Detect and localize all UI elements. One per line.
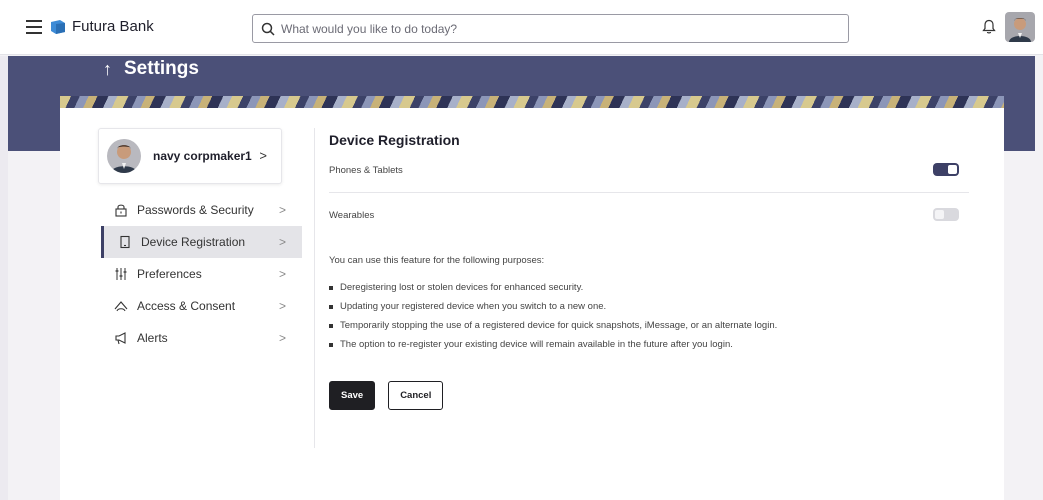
user-avatar[interactable] (1005, 12, 1035, 42)
decorative-pattern (60, 96, 1004, 108)
menu-item-label: Device Registration (141, 235, 246, 249)
device-icon (117, 234, 133, 250)
profile-card[interactable]: navy corpmaker1 > (98, 128, 282, 184)
section-title: Device Registration (329, 132, 460, 148)
list-item: Updating your registered device when you… (329, 301, 969, 320)
lock-icon (113, 202, 129, 218)
notification-bell-icon[interactable] (982, 19, 996, 40)
menu-item-passwords-security[interactable]: Passwords & Security > (101, 194, 302, 226)
vertical-divider (314, 128, 315, 448)
chevron-right-icon: > (278, 203, 286, 217)
setting-label: Phones & Tablets (329, 164, 403, 176)
settings-card: navy corpmaker1 > Passwords & Security >… (60, 108, 1004, 500)
brand-name: Futura Bank (72, 18, 154, 35)
menu-item-label: Alerts (137, 331, 168, 345)
list-item: The option to re-register your existing … (329, 339, 969, 358)
chevron-right-icon: > (278, 267, 286, 281)
intro-text: You can use this feature for the followi… (329, 255, 545, 266)
setting-label: Wearables (329, 209, 375, 221)
settings-menu: Passwords & Security > Device Registrati… (101, 194, 302, 354)
consent-icon (113, 298, 129, 314)
cancel-button[interactable]: Cancel (388, 381, 444, 410)
back-arrow-icon[interactable]: ↑ (103, 59, 112, 80)
page-background-strip (0, 56, 8, 500)
list-item: Deregistering lost or stolen devices for… (329, 282, 969, 301)
save-button[interactable]: Save (329, 381, 376, 410)
menu-item-device-registration[interactable]: Device Registration > (101, 226, 302, 258)
profile-avatar (107, 139, 141, 173)
setting-row-wearables: Wearables (329, 193, 969, 237)
page-heading: ↑ Settings (103, 58, 199, 80)
chevron-right-icon: > (278, 235, 286, 249)
page-title: Settings (124, 58, 199, 79)
setting-row-phones-tablets: Phones & Tablets (329, 148, 969, 192)
menu-item-alerts[interactable]: Alerts > (101, 322, 302, 354)
profile-name: navy corpmaker1 (153, 149, 252, 163)
hamburger-menu-icon[interactable] (26, 20, 42, 34)
menu-item-access-consent[interactable]: Access & Consent > (101, 290, 302, 322)
action-buttons: Save Cancel (329, 381, 969, 410)
menu-item-label: Passwords & Security (137, 203, 254, 217)
menu-item-label: Preferences (137, 267, 202, 281)
chevron-right-icon: > (278, 331, 286, 345)
sliders-icon (113, 266, 129, 282)
device-registration-panel: Device Registration Phones & Tablets Wea… (329, 126, 969, 410)
menu-item-preferences[interactable]: Preferences > (101, 258, 302, 290)
list-item: Temporarily stopping the use of a regist… (329, 320, 969, 339)
top-bar: Futura Bank (0, 0, 1043, 55)
bank-logo-icon (51, 19, 65, 34)
phones-tablets-toggle[interactable] (933, 163, 959, 176)
search-icon (261, 22, 275, 36)
purposes-list: Deregistering lost or stolen devices for… (329, 282, 969, 358)
brand-logo[interactable]: Futura Bank (50, 18, 154, 35)
search-bar[interactable] (252, 14, 849, 43)
chevron-right-icon: > (278, 299, 286, 313)
wearables-toggle[interactable] (933, 208, 959, 221)
menu-item-label: Access & Consent (137, 299, 236, 313)
megaphone-icon (113, 330, 129, 346)
search-input[interactable] (281, 21, 821, 36)
chevron-right-icon: > (259, 148, 267, 163)
